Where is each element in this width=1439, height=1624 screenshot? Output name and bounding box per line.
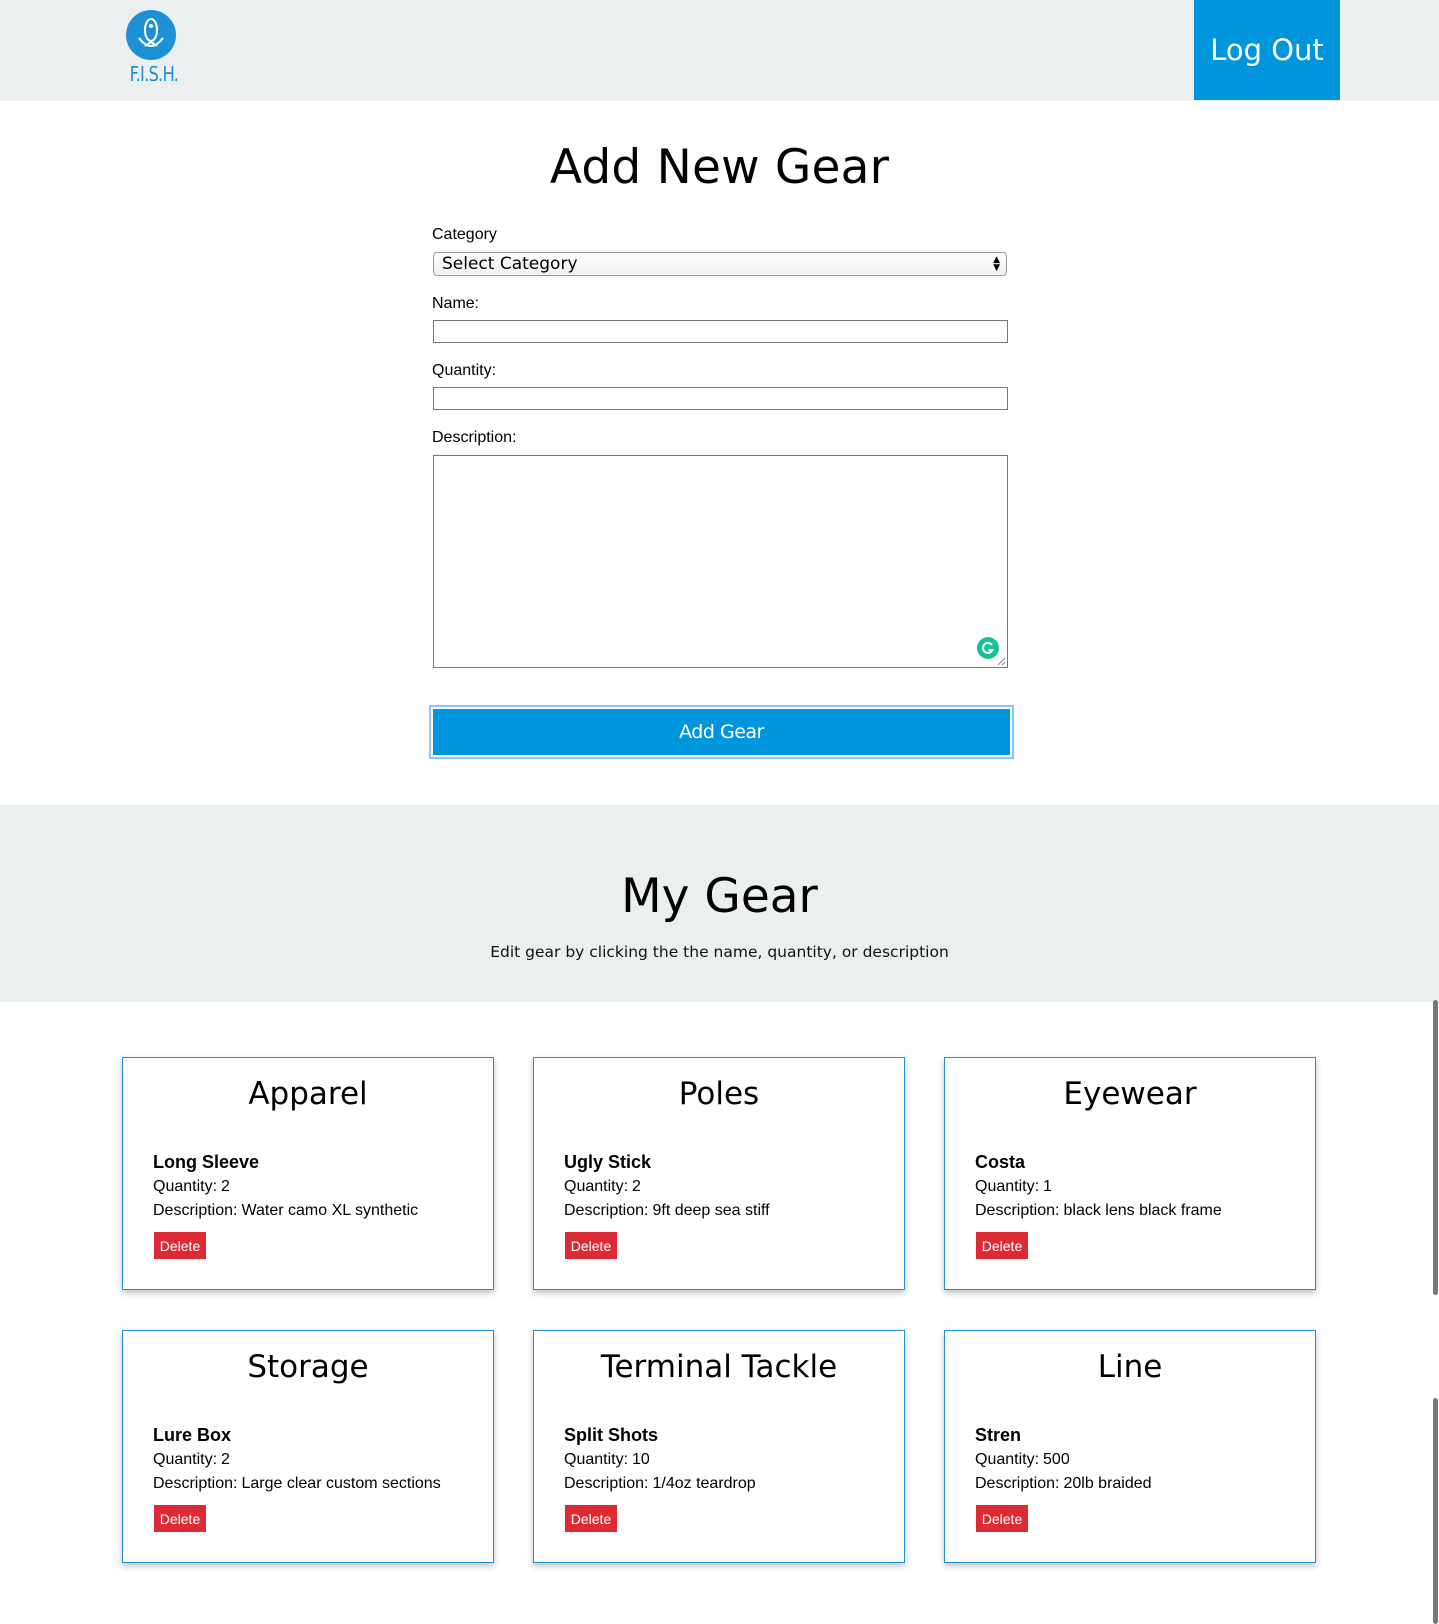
card-quantity[interactable]: Quantity: 500 bbox=[975, 1451, 1070, 1469]
card-category: Eyewear bbox=[1063, 1076, 1197, 1112]
gear-card: Apparel Long Sleeve Quantity: 2 Descripti… bbox=[122, 1057, 494, 1290]
delete-button[interactable]: Delete bbox=[154, 1505, 206, 1532]
description-label: Description: bbox=[432, 429, 517, 446]
my-gear-title: My Gear bbox=[621, 869, 818, 924]
delete-button[interactable]: Delete bbox=[565, 1232, 617, 1259]
my-gear-header: My Gear Edit gear by clicking the the na… bbox=[0, 805, 1439, 1002]
card-name[interactable]: Long Sleeve bbox=[153, 1152, 259, 1173]
card-quantity-label: Quantity: bbox=[564, 1178, 629, 1195]
scrollbar-thumb[interactable] bbox=[1433, 1398, 1438, 1624]
card-category: Apparel bbox=[248, 1076, 368, 1112]
card-description-value[interactable]: 20lb braided bbox=[1063, 1475, 1151, 1492]
fish-logo[interactable]: F.I.S.H. bbox=[125, 10, 179, 86]
card-quantity-value[interactable]: 1 bbox=[1043, 1178, 1052, 1195]
card-name[interactable]: Lure Box bbox=[153, 1425, 231, 1446]
card-quantity-value[interactable]: 2 bbox=[632, 1178, 641, 1195]
delete-button[interactable]: Delete bbox=[976, 1505, 1028, 1532]
card-quantity-value[interactable]: 2 bbox=[221, 1178, 230, 1195]
my-gear-hint: Edit gear by clicking the the name, quan… bbox=[490, 943, 949, 961]
quantity-label: Quantity: bbox=[432, 362, 497, 379]
card-quantity[interactable]: Quantity: 2 bbox=[564, 1178, 641, 1196]
card-description[interactable]: Description: 9ft deep sea stiff bbox=[564, 1202, 770, 1220]
card-category: Line bbox=[1097, 1349, 1163, 1385]
card-description-label: Description: bbox=[975, 1202, 1060, 1219]
delete-button[interactable]: Delete bbox=[154, 1232, 206, 1259]
gear-card: Line Stren Quantity: 500 Description: 20lb… bbox=[944, 1330, 1316, 1563]
logout-button[interactable]: Log Out bbox=[1194, 0, 1340, 100]
card-description-value[interactable]: 9ft deep sea stiff bbox=[652, 1202, 769, 1219]
card-quantity-label: Quantity: bbox=[975, 1451, 1040, 1468]
scrollbar-thumb[interactable] bbox=[1433, 1000, 1438, 1295]
gear-card: Eyewear Costa Quantity: 1 Description: bla… bbox=[944, 1057, 1316, 1290]
card-quantity-label: Quantity: bbox=[975, 1178, 1040, 1195]
card-quantity-label: Quantity: bbox=[564, 1451, 629, 1468]
card-name[interactable]: Split Shots bbox=[564, 1425, 658, 1446]
card-quantity[interactable]: Quantity: 2 bbox=[153, 1178, 230, 1196]
card-name[interactable]: Stren bbox=[975, 1425, 1021, 1446]
card-quantity-value[interactable]: 500 bbox=[1043, 1451, 1070, 1468]
card-description-label: Description: bbox=[975, 1475, 1060, 1492]
card-description[interactable]: Description: black lens black frame bbox=[975, 1202, 1222, 1220]
category-select-value: Select Category bbox=[442, 254, 578, 274]
card-quantity[interactable]: Quantity: 2 bbox=[153, 1451, 230, 1469]
delete-button[interactable]: Delete bbox=[976, 1232, 1028, 1259]
card-description-label: Description: bbox=[564, 1475, 649, 1492]
card-category: Poles bbox=[678, 1076, 760, 1112]
card-description-value[interactable]: Large clear custom sections bbox=[241, 1475, 440, 1492]
quantity-input[interactable] bbox=[433, 387, 1008, 410]
card-quantity[interactable]: Quantity: 1 bbox=[975, 1178, 1052, 1196]
logo-text: F.I.S.H. bbox=[129, 62, 179, 86]
add-gear-button[interactable]: Add Gear bbox=[433, 709, 1010, 755]
card-quantity-label: Quantity: bbox=[153, 1451, 218, 1468]
card-description-label: Description: bbox=[153, 1202, 238, 1219]
card-description[interactable]: Description: 1/4oz teardrop bbox=[564, 1475, 756, 1493]
name-input[interactable] bbox=[433, 320, 1008, 343]
card-quantity-label: Quantity: bbox=[153, 1178, 218, 1195]
card-quantity-value[interactable]: 10 bbox=[632, 1451, 650, 1468]
form-title: Add New Gear bbox=[549, 140, 890, 195]
card-description-value[interactable]: 1/4oz teardrop bbox=[652, 1475, 755, 1492]
category-label: Category bbox=[432, 226, 497, 243]
name-label: Name: bbox=[432, 295, 480, 312]
resize-handle-icon[interactable] bbox=[997, 657, 1006, 666]
card-category: Terminal Tackle bbox=[600, 1349, 838, 1385]
delete-button[interactable]: Delete bbox=[565, 1505, 617, 1532]
category-select[interactable]: Select Category ▲ ▼ bbox=[433, 252, 1007, 276]
card-description-label: Description: bbox=[153, 1475, 238, 1492]
description-textarea[interactable] bbox=[433, 455, 1008, 668]
gear-card: Terminal Tackle Split Shots Quantity: 10 … bbox=[533, 1330, 905, 1563]
card-name[interactable]: Ugly Stick bbox=[564, 1152, 651, 1173]
gear-card: Storage Lure Box Quantity: 2 Description:… bbox=[122, 1330, 494, 1563]
card-quantity-value[interactable]: 2 bbox=[221, 1451, 230, 1468]
gear-card: Poles Ugly Stick Quantity: 2 Description:… bbox=[533, 1057, 905, 1290]
card-category: Storage bbox=[247, 1349, 369, 1385]
card-quantity[interactable]: Quantity: 10 bbox=[564, 1451, 650, 1469]
grammarly-icon[interactable] bbox=[977, 637, 999, 659]
card-description[interactable]: Description: Large clear custom sections bbox=[153, 1475, 441, 1493]
fish-logo-icon bbox=[126, 10, 176, 60]
select-arrows-icon: ▲ ▼ bbox=[993, 255, 1000, 273]
card-name[interactable]: Costa bbox=[975, 1152, 1025, 1173]
card-description[interactable]: Description: 20lb braided bbox=[975, 1475, 1152, 1493]
card-description-value[interactable]: Water camo XL synthetic bbox=[241, 1202, 418, 1219]
card-description-label: Description: bbox=[564, 1202, 649, 1219]
top-header: F.I.S.H. Log Out bbox=[0, 0, 1439, 101]
card-description[interactable]: Description: Water camo XL synthetic bbox=[153, 1202, 418, 1220]
card-description-value[interactable]: black lens black frame bbox=[1063, 1202, 1221, 1219]
